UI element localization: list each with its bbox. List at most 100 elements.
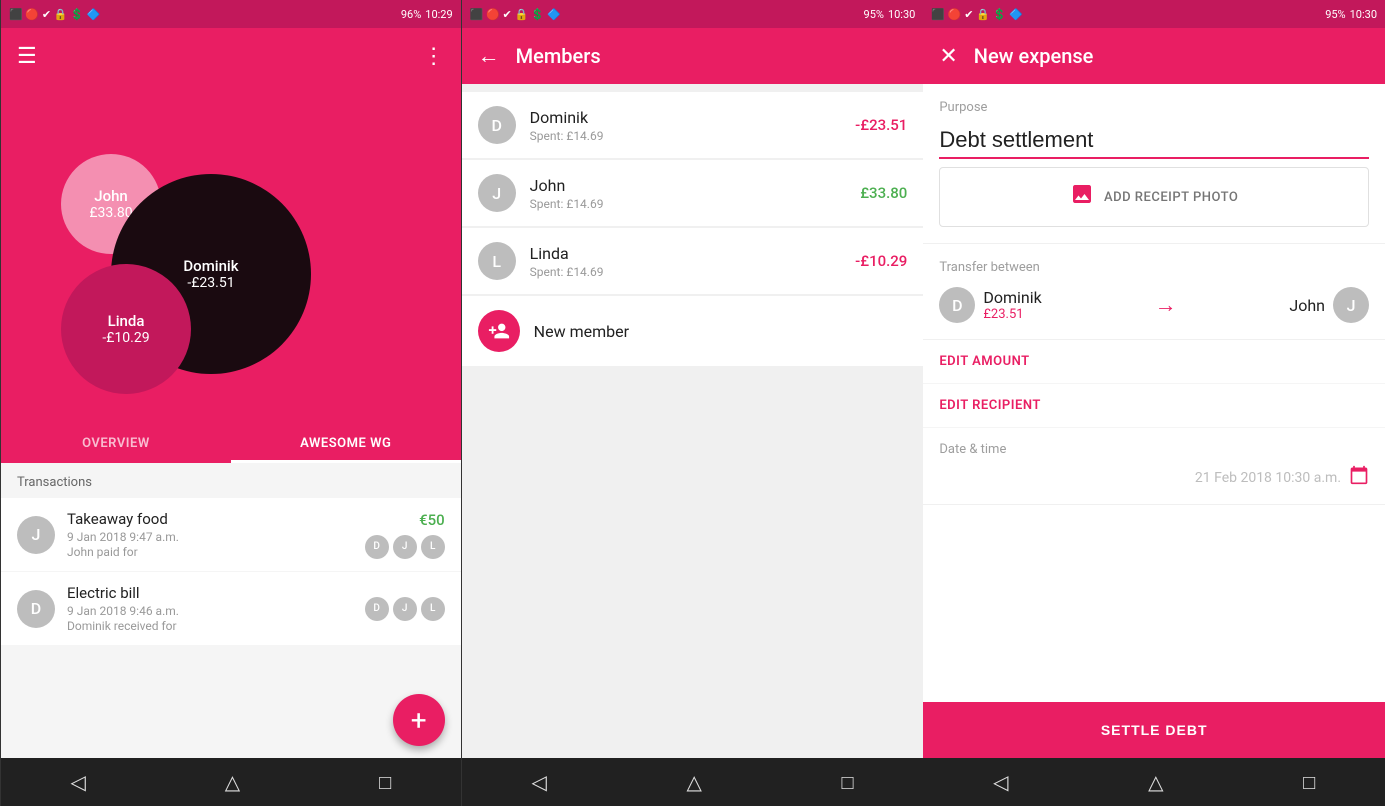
back-icon[interactable]: ←: [478, 43, 500, 69]
app-icons-2: ⬛ 🔴 ✔ 🔒 💲 🔷: [470, 8, 561, 21]
bubble-chart: John £33.80 Dominik -£23.51 Linda -£10.2…: [1, 84, 461, 424]
member-balance-dominik: -£23.51: [855, 116, 907, 134]
app-header-2: ← Members: [462, 28, 924, 84]
battery-percent-3: 95%: [1325, 8, 1345, 21]
mini-avatar-d: D: [365, 535, 389, 559]
status-bar-3: ⬛ 🔴 ✔ 🔒 💲 🔷 95% 10:30: [923, 0, 1385, 28]
datetime-row: 21 Feb 2018 10:30 a.m.: [939, 465, 1369, 490]
member-spent-john: Spent: £14.69: [530, 197, 847, 211]
panel-members: ⬛ 🔴 ✔ 🔒 💲 🔷 95% 10:30 ← Members D Domini…: [462, 0, 924, 806]
transaction-date-1: 9 Jan 2018 9:47 a.m.: [67, 530, 353, 544]
new-expense-title: New expense: [974, 44, 1369, 68]
avatar-john: J: [478, 174, 516, 212]
new-member-label: New member: [534, 322, 629, 341]
to-name: John: [1289, 296, 1325, 315]
tab-overview[interactable]: OVERVIEW: [1, 424, 231, 463]
status-right-2: 95% 10:30: [864, 8, 916, 21]
bottom-nav-3: ◁ △ □: [923, 758, 1385, 806]
member-info-dominik: Dominik Spent: £14.69: [530, 108, 841, 143]
member-item-linda[interactable]: L Linda Spent: £14.69 -£10.29: [462, 228, 924, 294]
transaction-title-2: Electric bill: [67, 584, 353, 602]
close-icon[interactable]: ✕: [939, 44, 957, 69]
home-nav-2[interactable]: △: [686, 770, 701, 794]
transaction-sub-1: John paid for: [67, 545, 353, 559]
from-person: Dominik £23.51: [983, 288, 1041, 322]
participant-avatars-1: D J L: [365, 535, 445, 559]
participant-avatars-2: D J L: [365, 597, 445, 621]
from-avatar: D: [939, 287, 975, 323]
receipt-icon: [1070, 182, 1094, 212]
transfer-row: D Dominik £23.51 → John J: [939, 287, 1369, 323]
member-spent-dominik: Spent: £14.69: [530, 129, 841, 143]
tab-awesomewg[interactable]: AWESOME WG: [231, 424, 461, 463]
member-name-john: John: [530, 176, 847, 195]
recents-nav-1[interactable]: □: [379, 770, 391, 795]
fab-add-button[interactable]: +: [393, 694, 445, 746]
transaction-date-2: 9 Jan 2018 9:46 a.m.: [67, 604, 353, 618]
time-3: 10:30: [1350, 8, 1377, 21]
home-nav-3[interactable]: △: [1148, 770, 1163, 794]
back-nav-2[interactable]: ◁: [531, 770, 546, 794]
purpose-input[interactable]: [939, 123, 1369, 159]
calendar-icon[interactable]: [1349, 465, 1369, 490]
member-spent-linda: Spent: £14.69: [530, 265, 841, 279]
transfer-section: Transfer between D Dominik £23.51 → John…: [923, 244, 1385, 340]
datetime-section: Date & time 21 Feb 2018 10:30 a.m.: [923, 428, 1385, 505]
back-nav-1[interactable]: ◁: [70, 770, 85, 794]
bottom-nav-2: ◁ △ □: [462, 758, 924, 806]
more-icon[interactable]: ⋮: [423, 44, 445, 69]
member-name-dominik: Dominik: [530, 108, 841, 127]
recents-nav-2[interactable]: □: [841, 770, 853, 795]
purpose-label: Purpose: [939, 100, 1369, 115]
recents-nav-3[interactable]: □: [1303, 770, 1315, 795]
app-header-3: ✕ New expense: [923, 28, 1385, 84]
battery-percent-2: 95%: [864, 8, 884, 21]
time-2: 10:30: [888, 8, 915, 21]
edit-recipient-button[interactable]: EDIT RECIPIENT: [923, 384, 1385, 428]
to-avatar: J: [1333, 287, 1369, 323]
avatar-d: D: [17, 590, 55, 628]
table-row[interactable]: J Takeaway food 9 Jan 2018 9:47 a.m. Joh…: [1, 498, 461, 571]
spacer: [923, 505, 1385, 702]
transaction-sub-2: Dominik received for: [67, 619, 353, 633]
member-name-linda: Linda: [530, 244, 841, 263]
purpose-section: Purpose ADD RECEIPT PHOTO: [923, 84, 1385, 244]
to-person: John J: [1289, 287, 1369, 323]
member-item-john[interactable]: J John Spent: £14.69 £33.80: [462, 160, 924, 226]
panel-overview: ⬛ 🔴 ✔ 🔒 💲 🔷 96% 10:29 ☰ ⋮ John £33.80 Do…: [0, 0, 462, 806]
mini-avatar-j2: J: [393, 597, 417, 621]
mini-avatar-l: L: [421, 535, 445, 559]
app-icons-1: ⬛ 🔴 ✔ 🔒 💲 🔷: [9, 8, 100, 21]
members-title: Members: [516, 44, 908, 68]
transfer-arrow-icon: →: [1050, 292, 1282, 318]
menu-icon[interactable]: ☰: [17, 44, 37, 69]
from-name: Dominik: [983, 288, 1041, 307]
receipt-label: ADD RECEIPT PHOTO: [1104, 190, 1238, 205]
mini-avatar-j: J: [393, 535, 417, 559]
transaction-title-1: Takeaway food: [67, 510, 353, 528]
from-amount: £23.51: [983, 307, 1041, 322]
bottom-nav-1: ◁ △ □: [1, 758, 461, 806]
mini-avatar-d2: D: [365, 597, 389, 621]
back-nav-3[interactable]: ◁: [993, 770, 1008, 794]
settle-debt-button[interactable]: SETTLE DEBT: [923, 702, 1385, 758]
edit-amount-button[interactable]: EDIT AMOUNT: [923, 340, 1385, 384]
transaction-amount-1: €50: [419, 511, 445, 529]
status-right-3: 95% 10:30: [1325, 8, 1377, 21]
receipt-photo-row[interactable]: ADD RECEIPT PHOTO: [939, 167, 1369, 227]
new-member-item[interactable]: New member: [462, 296, 924, 366]
status-left-icons: ⬛ 🔴 ✔ 🔒 💲 🔷: [9, 8, 100, 21]
status-right-1: 96% 10:29: [401, 8, 453, 21]
avatar-dominik: D: [478, 106, 516, 144]
transaction-info-1: Takeaway food 9 Jan 2018 9:47 a.m. John …: [67, 510, 353, 559]
member-balance-john: £33.80: [860, 184, 907, 202]
member-info-linda: Linda Spent: £14.69: [530, 244, 841, 279]
battery-percent-1: 96%: [401, 8, 421, 21]
time-1: 10:29: [425, 8, 452, 21]
datetime-value: 21 Feb 2018 10:30 a.m.: [1195, 470, 1341, 486]
tabs-row: OVERVIEW AWESOME WG: [1, 424, 461, 463]
home-nav-1[interactable]: △: [225, 770, 240, 794]
member-item-dominik[interactable]: D Dominik Spent: £14.69 -£23.51: [462, 92, 924, 158]
panel-new-expense: ⬛ 🔴 ✔ 🔒 💲 🔷 95% 10:30 ✕ New expense Purp…: [923, 0, 1385, 806]
table-row[interactable]: D Electric bill 9 Jan 2018 9:46 a.m. Dom…: [1, 572, 461, 645]
